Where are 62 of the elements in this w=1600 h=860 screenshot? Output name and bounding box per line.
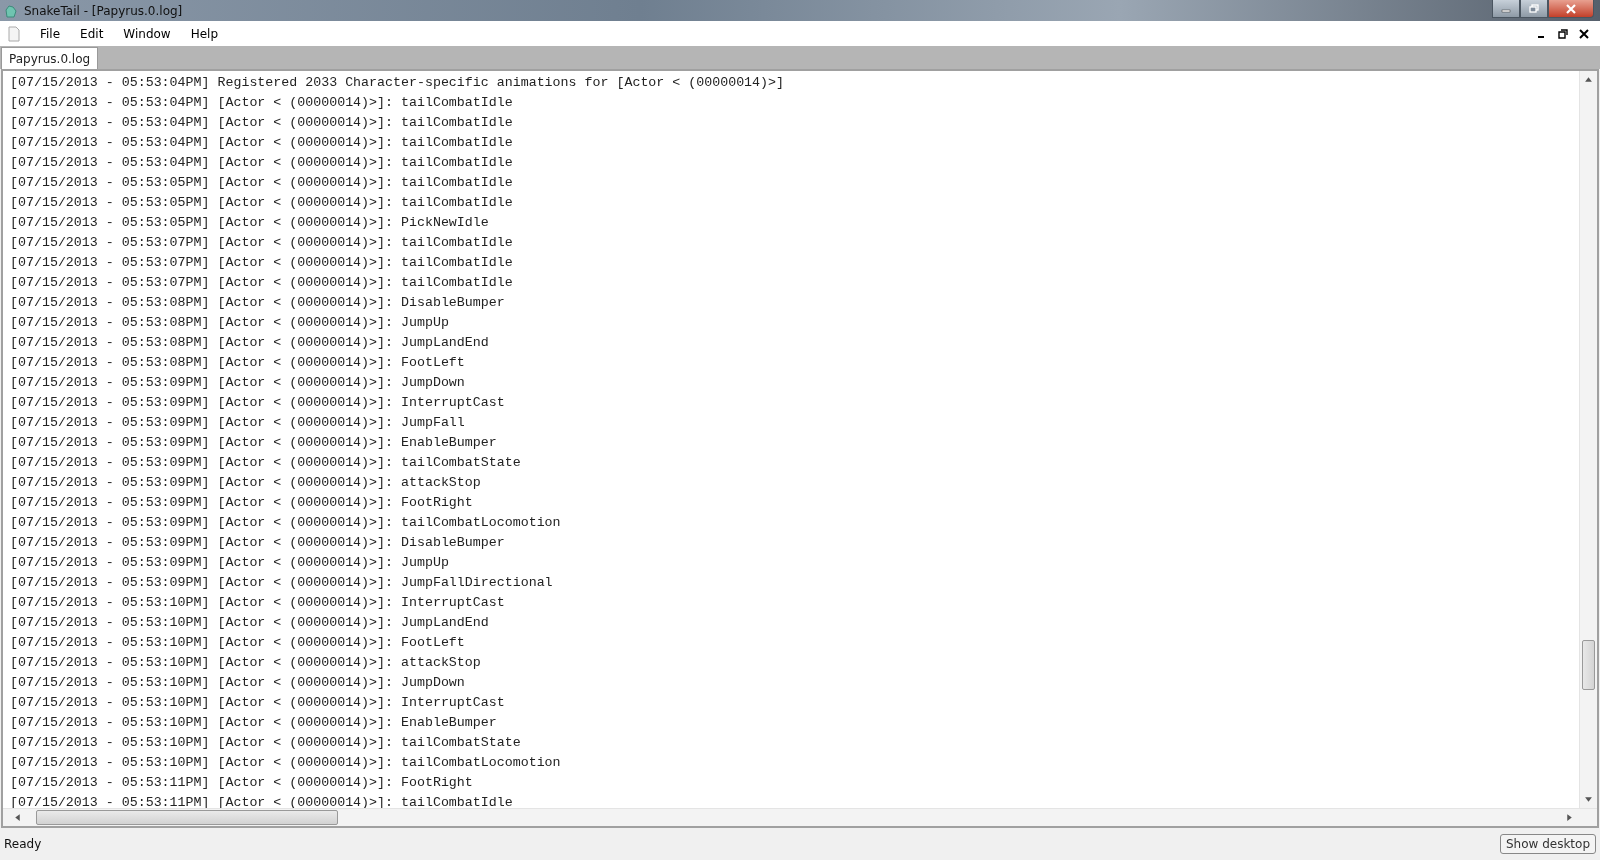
log-line: [07/15/2013 - 05:53:05PM] [Actor < (00000014)>]: tailCombatIdle	[10, 194, 514, 212]
close-icon	[1565, 3, 1577, 14]
log-line: [07/15/2013 - 05:53:09PM] [Actor < (00000014)>]: attackStop	[10, 474, 482, 492]
log-line: [07/15/2013 - 05:53:11PM] [Actor < (00000014)>]: FootRight	[10, 774, 474, 792]
menu-item[interactable]: Help	[180, 26, 229, 41]
log-line: [07/15/2013 - 05:53:10PM] [Actor < (00000014)>]: InterruptCast	[10, 594, 506, 612]
log-line: [07/15/2013 - 05:53:04PM] [Actor < (00000014)>]: tailCombatIdle	[10, 114, 514, 132]
log-line: [07/15/2013 - 05:53:07PM] [Actor < (00000014)>]: tailCombatIdle	[10, 274, 514, 292]
log-line: [07/15/2013 - 05:53:09PM] [Actor < (00000014)>]: JumpFallDirectional	[10, 574, 554, 592]
scroll-down-icon[interactable]	[1584, 795, 1593, 804]
app-icon	[4, 3, 18, 18]
log-line: [07/15/2013 - 05:53:09PM] [Actor < (00000014)>]: tailCombatLocomotion	[10, 514, 562, 532]
restore-icon	[1528, 3, 1540, 14]
log-line: [07/15/2013 - 05:53:08PM] [Actor < (00000014)>]: JumpLandEnd	[10, 334, 490, 352]
menu-item[interactable]: File	[30, 26, 71, 41]
log-line: [07/15/2013 - 05:53:07PM] [Actor < (00000014)>]: tailCombatIdle	[10, 254, 514, 272]
scrollbar-thumb[interactable]	[36, 810, 338, 825]
log-line: [07/15/2013 - 05:53:10PM] [Actor < (00000014)>]: attackStop	[10, 654, 482, 672]
document-icon	[8, 25, 20, 42]
log-line: [07/15/2013 - 05:53:10PM] [Actor < (00000014)>]: JumpLandEnd	[10, 614, 490, 632]
log-line: [07/15/2013 - 05:53:09PM] [Actor < (00000014)>]: DisableBumper	[10, 534, 506, 552]
close-button[interactable]	[1548, 0, 1594, 18]
restore-icon[interactable]	[1558, 28, 1568, 39]
log-line: [07/15/2013 - 05:53:09PM] [Actor < (00000014)>]: EnableBumper	[10, 434, 498, 452]
log-line: [07/15/2013 - 05:53:04PM] [Actor < (00000014)>]: tailCombatIdle	[10, 134, 514, 152]
log-line: [07/15/2013 - 05:53:08PM] [Actor < (00000014)>]: FootLeft	[10, 354, 466, 372]
log-line: [07/15/2013 - 05:53:11PM] [Actor < (00000014)>]: tailCombatIdle	[10, 794, 514, 808]
log-line: [07/15/2013 - 05:53:08PM] [Actor < (00000014)>]: JumpUp	[10, 314, 450, 332]
log-line: [07/15/2013 - 05:53:08PM] [Actor < (00000014)>]: DisableBumper	[10, 294, 506, 312]
log-line: [07/15/2013 - 05:53:10PM] [Actor < (00000014)>]: FootLeft	[10, 634, 466, 652]
log-line: [07/15/2013 - 05:53:10PM] [Actor < (00000014)>]: JumpDown	[10, 674, 466, 692]
show-desktop-button[interactable]: Show desktop	[1499, 834, 1596, 854]
menu-item[interactable]: Edit	[70, 26, 114, 41]
log-line: [07/15/2013 - 05:53:05PM] [Actor < (00000014)>]: PickNewIdle	[10, 214, 490, 232]
restore-button[interactable]	[1520, 0, 1548, 18]
log-line: [07/15/2013 - 05:53:09PM] [Actor < (00000014)>]: tailCombatState	[10, 454, 522, 472]
file-tab[interactable]: Papyrus.0.log	[1, 47, 99, 69]
log-line: [07/15/2013 - 05:53:09PM] [Actor < (00000014)>]: JumpUp	[10, 554, 450, 572]
log-line: [07/15/2013 - 05:53:10PM] [Actor < (00000014)>]: EnableBumper	[10, 714, 498, 732]
vertical-scrollbar[interactable]	[1579, 71, 1597, 808]
log-line: [07/15/2013 - 05:53:04PM] [Actor < (00000014)>]: tailCombatIdle	[10, 94, 514, 112]
scroll-right-icon[interactable]	[1565, 813, 1574, 822]
scroll-up-icon[interactable]	[1584, 75, 1593, 84]
close-icon[interactable]	[1579, 28, 1589, 39]
status-text: Ready	[4, 837, 42, 851]
scrollbar-thumb[interactable]	[1582, 639, 1595, 690]
log-line: [07/15/2013 - 05:53:09PM] [Actor < (00000014)>]: FootRight	[10, 494, 474, 512]
menu-item[interactable]: Window	[113, 26, 181, 41]
minimize-button[interactable]	[1492, 0, 1520, 18]
log-line: [07/15/2013 - 05:53:09PM] [Actor < (00000014)>]: JumpFall	[10, 414, 466, 432]
log-line: [07/15/2013 - 05:53:04PM] Registered 2033 Character-specific animations for [Actor < (00000014)>]	[10, 74, 785, 92]
log-line: [07/15/2013 - 05:53:10PM] [Actor < (00000014)>]: tailCombatLocomotion	[10, 754, 562, 772]
scroll-left-icon[interactable]	[13, 813, 22, 822]
log-line: [07/15/2013 - 05:53:07PM] [Actor < (00000014)>]: tailCombatIdle	[10, 234, 514, 252]
log-line: [07/15/2013 - 05:53:10PM] [Actor < (00000014)>]: InterruptCast	[10, 694, 506, 712]
horizontal-scrollbar[interactable]	[3, 808, 1597, 826]
log-line: [07/15/2013 - 05:53:10PM] [Actor < (00000014)>]: tailCombatState	[10, 734, 522, 752]
log-line: [07/15/2013 - 05:53:09PM] [Actor < (00000014)>]: JumpDown	[10, 374, 466, 392]
log-line: [07/15/2013 - 05:53:04PM] [Actor < (00000014)>]: tailCombatIdle	[10, 154, 514, 172]
log-line: [07/15/2013 - 05:53:09PM] [Actor < (00000014)>]: InterruptCast	[10, 394, 506, 412]
window-title: SnakeTail - [Papyrus.0.log]	[24, 3, 183, 18]
log-line: [07/15/2013 - 05:53:05PM] [Actor < (00000014)>]: tailCombatIdle	[10, 174, 514, 192]
